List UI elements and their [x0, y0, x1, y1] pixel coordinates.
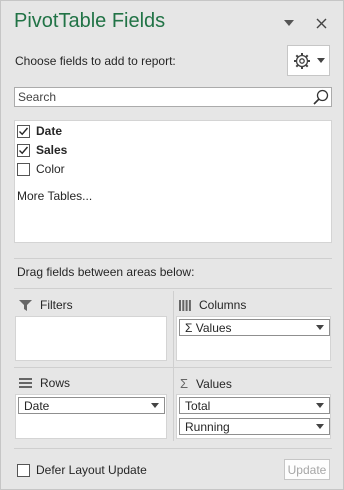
values-label: Values: [196, 376, 232, 391]
tools-button[interactable]: [287, 45, 330, 76]
rows-area-header: Rows: [19, 376, 70, 390]
section-divider: [14, 288, 332, 289]
chevron-down-icon: [316, 58, 325, 63]
rows-item-date[interactable]: Date: [18, 397, 165, 414]
search-box: [14, 87, 332, 107]
columns-item-values[interactable]: Σ Values: [179, 319, 330, 336]
field-list: Date Sales Color More Tables...: [14, 120, 332, 243]
defer-label: Defer Layout Update: [36, 463, 147, 477]
sigma-icon: Σ: [180, 376, 189, 391]
field-item-sales[interactable]: Sales: [17, 141, 67, 159]
checkmark-icon: [19, 146, 29, 154]
defer-layout-update[interactable]: Defer Layout Update: [17, 463, 147, 477]
drag-fields-label: Drag fields between areas below:: [17, 265, 195, 279]
chevron-down-icon: [284, 20, 294, 26]
defer-checkbox[interactable]: [17, 463, 30, 477]
chevron-down-icon[interactable]: [316, 424, 324, 429]
chip-label: Total: [185, 398, 211, 413]
pane-options-button[interactable]: [279, 13, 299, 33]
rows-label: Rows: [40, 376, 71, 390]
field-label: Color: [36, 162, 65, 176]
chip-label: Running: [185, 419, 230, 434]
gear-icon: [293, 52, 310, 69]
update-button[interactable]: Update: [284, 459, 330, 480]
chip-label: Date: [24, 398, 50, 413]
field-label: Date: [36, 124, 63, 138]
checkmark-icon: [19, 127, 29, 135]
columns-label: Columns: [199, 298, 247, 312]
field-item-date[interactable]: Date: [17, 122, 62, 140]
filters-area-header: Filters: [19, 298, 73, 312]
values-item-running[interactable]: Running: [179, 418, 330, 435]
choose-fields-label: Choose fields to add to report:: [15, 54, 176, 68]
area-splitter: [173, 291, 174, 441]
filters-drop-area[interactable]: [15, 316, 167, 361]
filters-label: Filters: [40, 298, 73, 312]
filter-icon: [19, 299, 32, 311]
rows-icon: [19, 378, 32, 388]
columns-area-header: Columns: [179, 298, 246, 312]
more-tables-link[interactable]: More Tables...: [17, 189, 92, 203]
pivottable-fields-pane: PivotTable Fields Choose fields to add t…: [0, 0, 344, 490]
section-divider: [14, 258, 332, 259]
values-item-total[interactable]: Total: [179, 397, 330, 414]
values-area-header: Σ Values: [180, 376, 232, 391]
chevron-down-icon[interactable]: [316, 325, 324, 330]
close-icon: [316, 18, 326, 28]
close-button[interactable]: [311, 13, 331, 33]
field-item-color[interactable]: Color: [17, 160, 65, 178]
field-checkbox[interactable]: [17, 124, 30, 138]
rows-drop-area[interactable]: Date: [15, 394, 167, 439]
search-icon[interactable]: [313, 89, 329, 108]
field-checkbox[interactable]: [17, 143, 30, 157]
values-drop-area[interactable]: Total Running: [176, 394, 331, 439]
columns-icon: [179, 299, 191, 311]
chevron-down-icon[interactable]: [151, 403, 159, 408]
section-divider: [14, 367, 332, 368]
field-checkbox[interactable]: [17, 162, 30, 176]
search-input[interactable]: [15, 90, 305, 104]
chip-label: Σ Values: [185, 320, 232, 335]
field-label: Sales: [36, 143, 68, 157]
columns-drop-area[interactable]: Σ Values: [176, 316, 331, 361]
chevron-down-icon[interactable]: [316, 403, 324, 408]
section-divider: [14, 448, 332, 449]
pane-title: PivotTable Fields: [14, 10, 166, 32]
